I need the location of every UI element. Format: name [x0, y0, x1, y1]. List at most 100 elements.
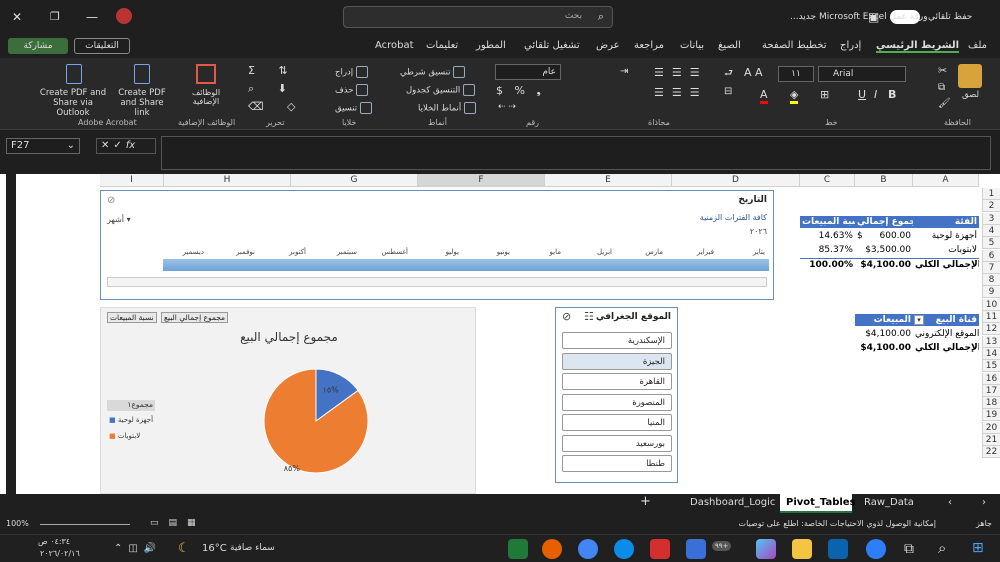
pivot2-cell[interactable]: $4,100.00	[855, 328, 913, 340]
slicer-item[interactable]: بورسعيد	[562, 434, 672, 452]
edge-icon[interactable]	[614, 539, 634, 559]
indent-icon[interactable]: ⇥	[620, 66, 628, 77]
search-box[interactable]: بحث ⌕	[343, 6, 613, 28]
underline-icon[interactable]: U	[858, 88, 866, 101]
row-header[interactable]: 6	[982, 249, 1000, 262]
row-header[interactable]: 5	[982, 237, 1000, 250]
pdf-outlook-icon[interactable]	[66, 64, 82, 84]
sheet-tab-dashboard[interactable]: Dashboard_Logic	[690, 497, 775, 508]
timeline-month[interactable]: أكتوبر	[289, 248, 306, 256]
pivot2-cell[interactable]: الموقع الإلكتروني	[913, 328, 979, 340]
pivot1-cell[interactable]: 85.37%	[800, 244, 855, 256]
legend-title[interactable]: مجموع١	[107, 400, 155, 411]
horizontal-align-icons[interactable]: ☰☰☰	[654, 86, 708, 99]
pdf-outlook-button[interactable]: Create PDF and Share via Outlook	[36, 88, 110, 118]
timeline-month[interactable]: فبراير	[697, 248, 714, 256]
addins-label[interactable]: الوظائف الإضافية	[180, 88, 232, 106]
currency-percent-icons[interactable]: $ % ❟	[496, 84, 545, 98]
paste-icon[interactable]	[958, 64, 982, 88]
autosum-sort-icons[interactable]: Σ ⇅	[248, 64, 298, 77]
pivot2-total-cell[interactable]: $4,100.00	[855, 342, 913, 354]
outlook-icon[interactable]	[828, 539, 848, 559]
conditional-format-button[interactable]: تنسيق شرطي	[400, 66, 466, 78]
timeline-month[interactable]: سبتمبر	[337, 248, 357, 256]
timeline-month[interactable]: يونيو	[497, 248, 510, 256]
tab-formulas[interactable]: الصيغ	[718, 40, 741, 51]
minimize-window-icon[interactable]: —	[86, 10, 98, 24]
slicer-item[interactable]: الجيزة	[562, 352, 672, 370]
tab-review[interactable]: مراجعة	[634, 40, 664, 51]
fx-icon[interactable]: fx	[126, 140, 135, 151]
font-color-icon[interactable]: A	[760, 88, 768, 104]
clear-filter-icon[interactable]: ⊘	[107, 195, 115, 206]
tab-insert[interactable]: إدراج	[840, 40, 861, 51]
merge-center-icon[interactable]: ⊟	[724, 86, 732, 97]
grow-font-icon[interactable]: A A	[744, 66, 763, 79]
wrap-text-icon[interactable]: ⮐	[724, 66, 733, 83]
spreadsheet-grid[interactable]: ABCDEFGHI 1 2 3 4 5 6 7 8 9 10 11 12 13 14 15 16 17 18 19 2…	[0, 174, 1000, 494]
row-header[interactable]: 16	[982, 372, 1000, 385]
row-header[interactable]: 21	[982, 434, 1000, 446]
column-header[interactable]: D	[672, 174, 800, 187]
timeline-month[interactable]: ديسمبر	[183, 248, 204, 256]
add-sheet-icon[interactable]: +	[640, 494, 651, 509]
formula-actions[interactable]: ✕✓fx	[96, 138, 156, 154]
timeline-scrollbar[interactable]	[107, 277, 767, 287]
row-header[interactable]: 20	[982, 421, 1000, 434]
cut-icon[interactable]: ✂	[938, 64, 947, 77]
timeline-month[interactable]: يناير	[753, 248, 765, 256]
alignment-icons[interactable]: ☰☰☰	[654, 66, 708, 79]
tab-view[interactable]: عرض	[596, 40, 620, 51]
font-name-select[interactable]: Arial	[818, 66, 906, 82]
column-header[interactable]: C	[800, 174, 855, 187]
file-explorer-icon[interactable]	[792, 539, 812, 559]
pivot1-header-pct[interactable]: نسبة المبيعات	[800, 216, 855, 228]
format-cells-button[interactable]: تنسيق	[335, 102, 372, 114]
decimal-icons[interactable]: ⇠ ⇢	[498, 102, 516, 112]
multi-select-icon[interactable]: ☷	[584, 310, 594, 323]
chrome-icon[interactable]	[578, 539, 598, 559]
pivot1-cell[interactable]: 14.63%	[800, 230, 855, 242]
pivot1-cell[interactable]: لابتوبات	[913, 244, 979, 256]
row-header[interactable]: 7	[982, 261, 1000, 274]
timeline-month[interactable]: ابريل	[597, 248, 612, 256]
firefox-icon[interactable]	[542, 539, 562, 559]
row-header[interactable]: 14	[982, 347, 1000, 360]
slicer-item[interactable]: الإسكندرية	[562, 332, 672, 349]
pdf-link-button[interactable]: Create PDF and Share link	[112, 88, 172, 118]
timeline-month[interactable]: يوليو	[446, 248, 459, 256]
bold-icon[interactable]: B	[888, 88, 896, 101]
row-header[interactable]: 3	[982, 212, 1000, 225]
view-mode-icons[interactable]: ▭▤▦	[150, 518, 206, 528]
delete-cells-button[interactable]: حذف	[335, 84, 369, 96]
clear-filter-icon[interactable]: ⊘	[562, 310, 571, 323]
tab-home[interactable]: الشريط الرئيسي	[876, 40, 960, 53]
sheet-scroll-left-icon[interactable]: ‹	[948, 497, 952, 508]
timeline-month[interactable]: نوفمبر	[236, 248, 255, 256]
row-header[interactable]: 2	[982, 200, 1000, 213]
pivot1-cell[interactable]: $	[855, 230, 869, 242]
addins-icon[interactable]	[196, 64, 216, 84]
chart-field-button[interactable]: مجموع إجمالي البيع	[161, 312, 229, 323]
pdf-link-icon[interactable]	[134, 64, 150, 84]
sheet-tab-pivot[interactable]: Pivot_Tables	[786, 497, 856, 508]
find-fill-icons[interactable]: ⌕ ⬇	[248, 82, 297, 96]
tab-data[interactable]: بيانات	[680, 40, 704, 51]
column-header[interactable]: H	[164, 174, 291, 187]
timeline-month[interactable]: أغسطس	[381, 248, 408, 256]
acrobat-icon[interactable]	[650, 539, 670, 559]
chart-field-button[interactable]: نسبة المبيعات	[107, 312, 157, 323]
row-header[interactable]: 8	[982, 274, 1000, 287]
sheet-tab-raw[interactable]: Raw_Data	[864, 497, 914, 508]
timeline-bar[interactable]	[163, 259, 769, 271]
slicer-item[interactable]: طنطا	[562, 455, 672, 472]
location-slicer[interactable]: الموقع الجغرافي ⊘ ☷ الإسكندرية الجيزة القا…	[555, 307, 678, 483]
pivot2-header-sales[interactable]: المبيعات	[855, 314, 913, 326]
search-icon[interactable]: ⌕	[938, 539, 946, 557]
close-window-icon[interactable]: ✕	[12, 10, 22, 24]
slicer-item[interactable]: المنيا	[562, 414, 672, 431]
pivot1-total-cell[interactable]: الإجمالي الكلي	[913, 258, 979, 270]
pivot1-cell[interactable]: 600.00	[869, 230, 913, 242]
format-table-button[interactable]: التنسيق كجدول	[406, 84, 475, 96]
row-header[interactable]: 9	[982, 286, 1000, 299]
